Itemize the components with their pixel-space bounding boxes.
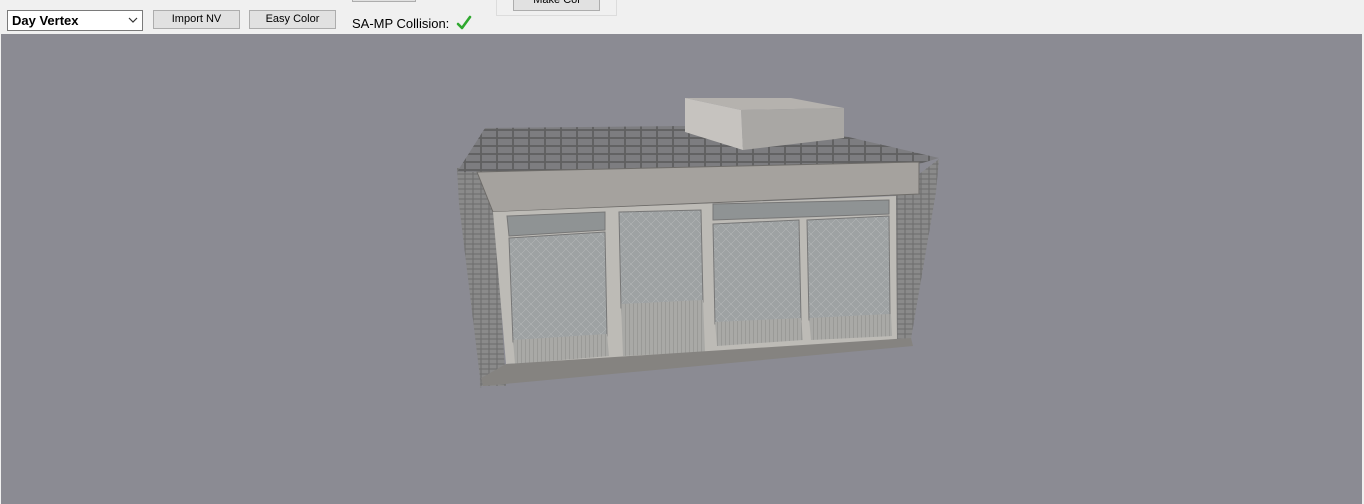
easy-color-button[interactable]: Easy Color [249, 10, 336, 29]
grille-door [621, 300, 705, 356]
import-nv-button[interactable]: Import NV [153, 10, 240, 29]
checkmark-icon [456, 15, 472, 30]
window-right [806, 215, 891, 321]
building-model [457, 98, 939, 388]
mode-select[interactable]: Day Vertex [7, 10, 143, 31]
3d-viewport[interactable] [1, 34, 1362, 504]
toolbar: Day Vertex Import NV Easy Color Make Col… [0, 0, 1364, 34]
make-col-button[interactable]: Make Col [513, 0, 600, 11]
window-mid [712, 219, 802, 325]
mode-select-value: Day Vertex [12, 13, 79, 28]
chevron-down-icon [128, 17, 138, 23]
window-left [508, 231, 608, 343]
door-panel [618, 209, 704, 309]
collision-label: SA-MP Collision: [352, 16, 450, 31]
grille-right [809, 314, 892, 340]
hidden-top-button[interactable] [352, 0, 416, 2]
